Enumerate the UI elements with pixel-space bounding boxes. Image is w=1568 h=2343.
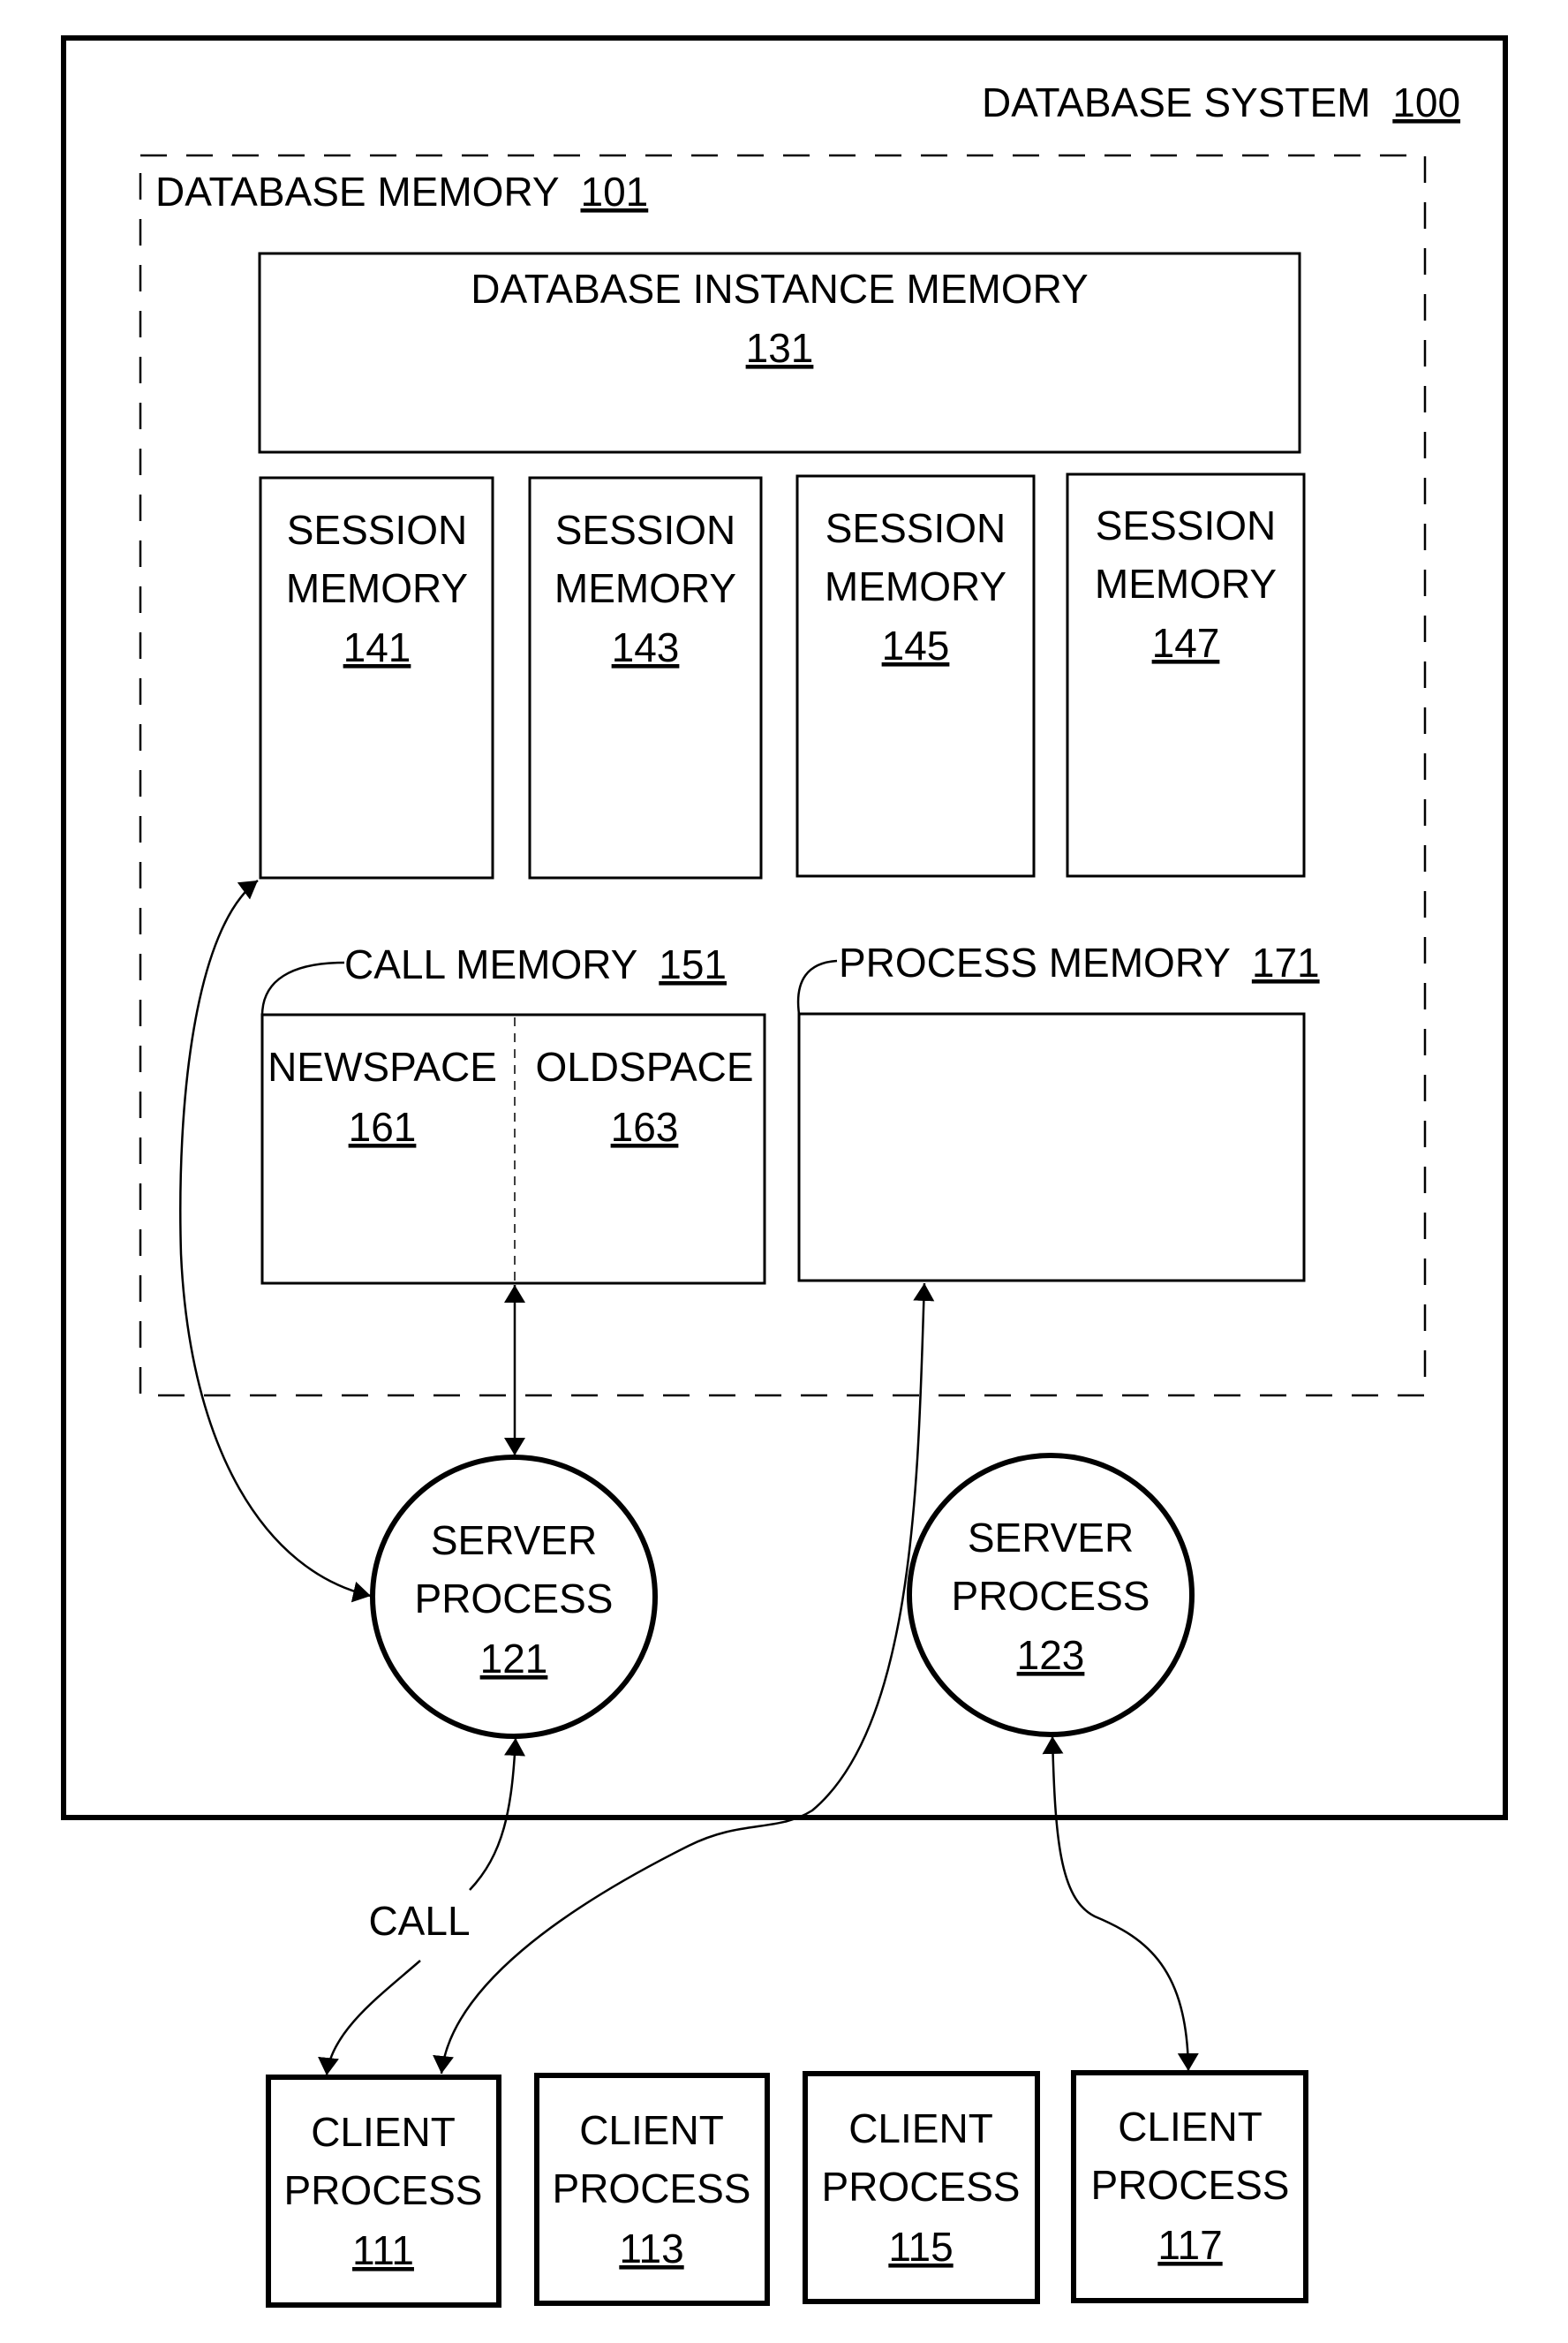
instance-memory-label: DATABASE INSTANCE MEMORY	[471, 266, 1088, 312]
oldspace-ref: 163	[611, 1104, 679, 1150]
client-process-label: PROCESS	[1091, 2162, 1290, 2208]
call-memory-leader-line	[260, 961, 345, 1017]
database-instance-memory-box: DATABASE INSTANCE MEMORY 131	[258, 252, 1301, 454]
call-memory-ref: 151	[659, 941, 727, 987]
session-memory-ref: 145	[882, 623, 950, 669]
session-memory-label: SESSION	[825, 505, 1006, 551]
client-process-ref: 117	[1157, 2222, 1222, 2268]
client-process-box: CLIENT PROCESS 117	[1071, 2070, 1308, 2303]
server-process-label: SERVER	[431, 1517, 597, 1563]
client-process-label: CLIENT	[579, 2107, 724, 2153]
session-memory-ref: 143	[612, 624, 680, 670]
client-process-label: CLIENT	[848, 2105, 993, 2151]
server-process-label: PROCESS	[952, 1573, 1150, 1619]
session-memory-label: SESSION	[555, 507, 736, 553]
process-memory-label: PROCESS MEMORY 171	[839, 940, 1320, 986]
client-process-box: CLIENT PROCESS 113	[534, 2073, 770, 2306]
client-process-ref: 111	[352, 2227, 414, 2273]
client-process-label: PROCESS	[284, 2167, 483, 2213]
server-process-label: PROCESS	[415, 1576, 614, 1621]
session-memory-ref: 147	[1152, 620, 1220, 666]
session-memory-label: SESSION	[1096, 503, 1277, 548]
database-system-label: DATABASE SYSTEM 100	[982, 79, 1460, 125]
process-memory-leader-line	[796, 959, 838, 1015]
instance-memory-ref: 131	[746, 325, 814, 371]
session-memory-label: MEMORY	[1095, 561, 1277, 607]
client-process-box: CLIENT PROCESS 115	[803, 2071, 1040, 2304]
oldspace-label: OLDSPACE	[535, 1044, 753, 1090]
call-memory-label: CALL MEMORY 151	[344, 941, 727, 987]
client-process-label: CLIENT	[1118, 2104, 1263, 2150]
database-system-ref: 100	[1392, 79, 1460, 125]
client-process-label: CLIENT	[311, 2109, 456, 2155]
server-to-client-arrow	[1042, 1735, 1199, 2072]
client-process-label: PROCESS	[822, 2164, 1021, 2210]
server-process-ref: 123	[1017, 1632, 1085, 1678]
client-process-label: PROCESS	[553, 2165, 751, 2211]
database-memory-label: DATABASE MEMORY 101	[155, 169, 648, 215]
newspace-label: NEWSPACE	[268, 1044, 497, 1090]
client-process-ref: 113	[619, 2226, 683, 2271]
session-memory-box: SESSION MEMORY 143	[528, 476, 763, 880]
client-process-box: CLIENT PROCESS 111	[266, 2075, 501, 2308]
database-memory-ref: 101	[580, 169, 648, 215]
server-process-node: SERVER PROCESS 123	[907, 1453, 1195, 1737]
session-memory-label: SESSION	[287, 507, 468, 553]
server-process-ref: 121	[480, 1636, 548, 1682]
server-process-label: SERVER	[968, 1515, 1134, 1561]
process-memory-ref: 171	[1252, 940, 1320, 986]
session-memory-label: MEMORY	[825, 563, 1006, 609]
newspace-ref: 161	[349, 1104, 417, 1150]
session-memory-label: MEMORY	[554, 565, 736, 611]
session-memory-box: SESSION MEMORY 147	[1066, 472, 1306, 878]
session-memory-box: SESSION MEMORY 141	[259, 476, 494, 880]
database-system-diagram: DATABASE SYSTEM 100 DATABASE MEMORY 101 …	[61, 35, 1508, 2308]
call-memory-box: CALL MEMORY 151 NEWSPACE 161 OLDSPACE 16…	[260, 941, 766, 1285]
client-process-ref: 115	[888, 2224, 953, 2270]
session-memory-box: SESSION MEMORY 145	[795, 474, 1036, 878]
session-memory-ref: 141	[343, 624, 411, 670]
server-process-node: SERVER PROCESS 121	[370, 1455, 658, 1739]
call-label: CALL	[368, 1898, 470, 1944]
process-memory-box: PROCESS MEMORY 171	[796, 940, 1320, 1282]
session-memory-label: MEMORY	[286, 565, 468, 611]
